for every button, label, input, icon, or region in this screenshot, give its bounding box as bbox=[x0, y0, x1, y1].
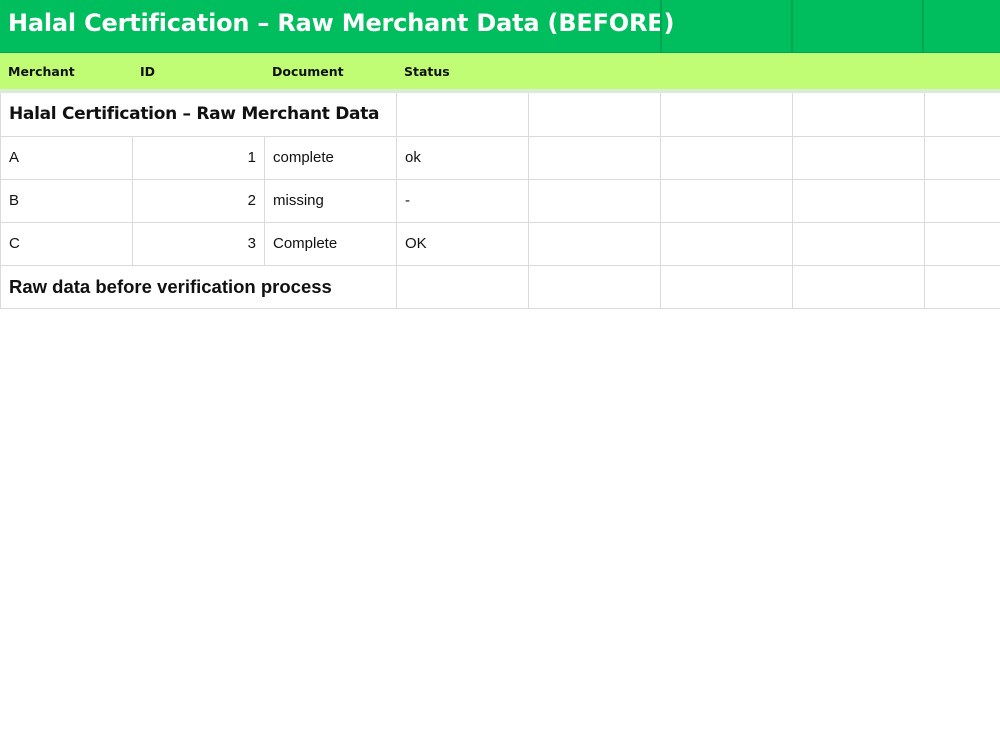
empty-cell[interactable] bbox=[660, 221, 794, 266]
merchant-cell[interactable]: B bbox=[0, 178, 133, 223]
section-title-row: Halal Certification – Raw Merchant Data bbox=[0, 93, 1000, 137]
data-grid: Halal Certification – Raw Merchant Data … bbox=[0, 93, 1000, 309]
empty-cell[interactable] bbox=[792, 264, 926, 309]
empty-cell[interactable] bbox=[660, 178, 794, 223]
status-cell[interactable]: ok bbox=[396, 135, 530, 180]
merchant-cell[interactable]: A bbox=[0, 135, 133, 180]
header-cell-merchant[interactable]: Merchant bbox=[0, 53, 75, 89]
empty-cell[interactable] bbox=[528, 221, 662, 266]
document-cell[interactable]: complete bbox=[263, 135, 398, 180]
section-title-cell[interactable]: Halal Certification – Raw Merchant Data bbox=[0, 93, 398, 137]
empty-cell[interactable] bbox=[660, 264, 794, 309]
empty-cell[interactable] bbox=[792, 135, 926, 180]
empty-cell[interactable] bbox=[396, 264, 530, 309]
empty-cell[interactable] bbox=[528, 93, 662, 137]
title-bar: Halal Certification – Raw Merchant Data … bbox=[0, 0, 1000, 53]
document-cell[interactable]: missing bbox=[263, 178, 398, 223]
empty-cell[interactable] bbox=[924, 264, 1000, 309]
id-cell[interactable]: 2 bbox=[132, 178, 265, 223]
header-cell-document[interactable]: Document bbox=[264, 53, 344, 89]
empty-cell[interactable] bbox=[528, 178, 662, 223]
header-cell-status[interactable]: Status bbox=[396, 53, 450, 89]
header-cell-id[interactable]: ID bbox=[132, 53, 155, 89]
empty-cell[interactable] bbox=[528, 135, 662, 180]
empty-cell[interactable] bbox=[924, 135, 1000, 180]
empty-cell[interactable] bbox=[528, 264, 662, 309]
id-cell[interactable]: 3 bbox=[132, 221, 265, 266]
status-cell[interactable]: OK bbox=[396, 221, 530, 266]
empty-cell[interactable] bbox=[792, 221, 926, 266]
table-row: C 3 Complete OK bbox=[0, 221, 1000, 266]
status-cell[interactable]: - bbox=[396, 178, 530, 223]
empty-cell[interactable] bbox=[396, 93, 530, 137]
empty-cell[interactable] bbox=[924, 221, 1000, 266]
empty-cell[interactable] bbox=[660, 135, 794, 180]
footer-note-cell[interactable]: Raw data before verification process bbox=[0, 264, 398, 309]
merchant-cell[interactable]: C bbox=[0, 221, 133, 266]
sheet-title[interactable]: Halal Certification – Raw Merchant Data … bbox=[8, 6, 674, 40]
header-row: Merchant ID Document Status bbox=[0, 53, 1000, 93]
column-divider bbox=[660, 0, 662, 52]
empty-cell[interactable] bbox=[660, 93, 794, 137]
empty-cell[interactable] bbox=[792, 178, 926, 223]
id-cell[interactable]: 1 bbox=[132, 135, 265, 180]
column-divider bbox=[791, 0, 793, 52]
empty-cell[interactable] bbox=[924, 93, 1000, 137]
table-row: A 1 complete ok bbox=[0, 135, 1000, 180]
table-row: B 2 missing - bbox=[0, 178, 1000, 223]
document-cell[interactable]: Complete bbox=[263, 221, 398, 266]
footer-note-row: Raw data before verification process bbox=[0, 264, 1000, 309]
empty-cell[interactable] bbox=[792, 93, 926, 137]
column-divider bbox=[922, 0, 924, 52]
spreadsheet: Halal Certification – Raw Merchant Data … bbox=[0, 0, 1000, 309]
empty-cell[interactable] bbox=[924, 178, 1000, 223]
